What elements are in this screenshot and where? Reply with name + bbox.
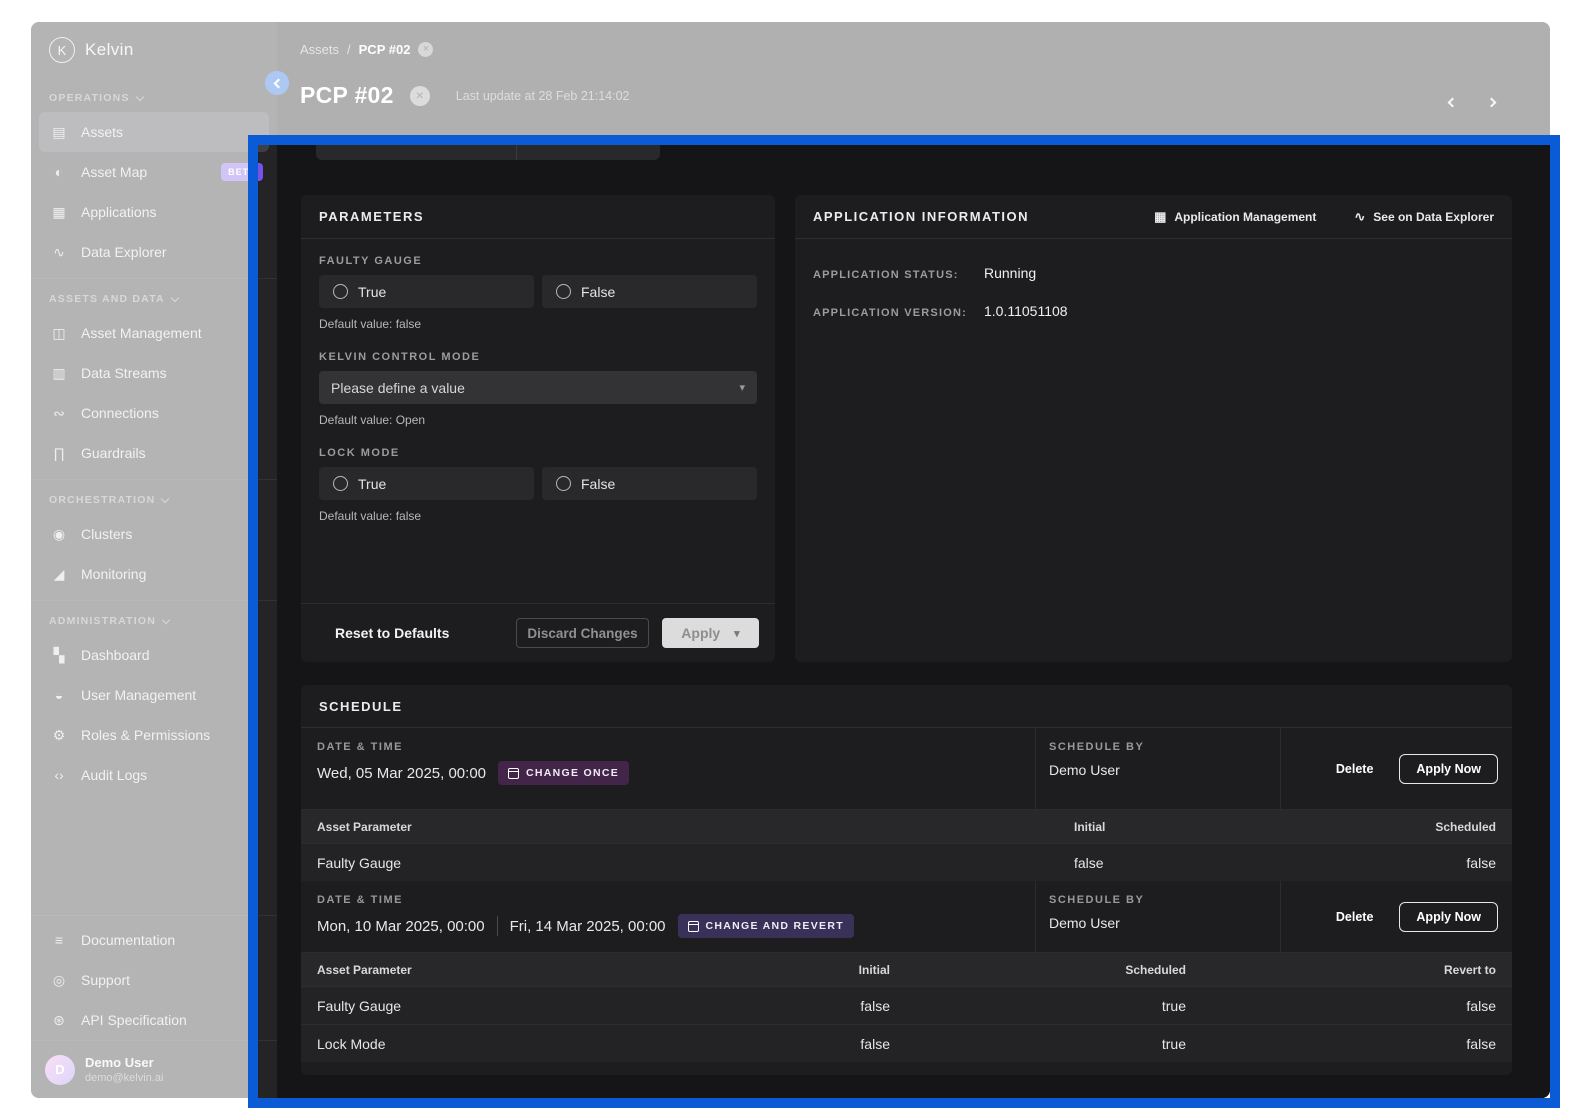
parameters-header: PARAMETERS [301,195,775,239]
schedule-entry-1-by: SCHEDULE BY Demo User [1035,728,1280,809]
lock-mode-true-option[interactable]: True [319,467,534,500]
reset-to-defaults-button[interactable]: Reset to Defaults [335,625,449,641]
faulty-gauge-default-note: Default value: false [319,317,757,331]
parameters-title: PARAMETERS [319,209,424,224]
schedule-entry-1-actions: Delete Apply Now [1280,728,1512,809]
application-version-label: APPLICATION VERSION: [813,307,984,319]
tab-segment[interactable] [316,135,517,160]
application-information-title: APPLICATION INFORMATION [813,209,1029,224]
radio-icon [333,476,348,491]
application-information-header: APPLICATION INFORMATION ▦ Application Ma… [795,195,1512,239]
table-header-row: Asset Parameter Initial Scheduled [301,810,1512,843]
kelvin-control-mode-label: KELVIN CONTROL MODE [319,351,757,363]
tab-segment[interactable] [517,135,660,160]
faulty-gauge-false-option[interactable]: False [542,275,757,308]
apply-now-button[interactable]: Apply Now [1399,754,1498,784]
schedule-title: SCHEDULE [319,699,403,714]
schedule-entry-1-table: Asset Parameter Initial Scheduled Faulty… [301,810,1512,881]
tab-bar-remnant [316,135,660,160]
dim-overlay-top [31,22,1550,135]
discard-changes-button[interactable]: Discard Changes [516,618,649,648]
date-time-label: DATE & TIME [317,894,1035,906]
schedule-by-value: Demo User [1049,762,1280,778]
schedule-entry-2-meta: DATE & TIME Mon, 10 Mar 2025, 00:00 Fri,… [301,881,1512,953]
schedule-date: Wed, 05 Mar 2025, 00:00 [317,765,486,782]
calendar-icon [688,921,699,932]
schedule-entry-2-table: Asset Parameter Initial Scheduled Revert… [301,953,1512,1062]
schedule-entry-2-date: DATE & TIME Mon, 10 Mar 2025, 00:00 Fri,… [301,881,1035,952]
apply-button[interactable]: Apply ▾ [662,618,759,648]
grid-icon: ▦ [1154,209,1166,225]
application-version-row: APPLICATION VERSION: 1.0.11051108 [813,303,1494,319]
faulty-gauge-true-option[interactable]: True [319,275,534,308]
caret-down-icon: ▾ [734,627,740,640]
schedule-end-date: Fri, 14 Mar 2025, 00:00 [510,918,666,935]
radio-icon [556,476,571,491]
table-header-row: Asset Parameter Initial Scheduled Revert… [301,953,1512,986]
schedule-entry-2-by: SCHEDULE BY Demo User [1035,881,1280,952]
lock-mode-label: LOCK MODE [319,447,757,459]
change-and-revert-badge: CHANGE AND REVERT [678,914,854,938]
parameters-body: FAULTY GAUGE True False Default value: f… [301,239,775,523]
schedule-header: SCHEDULE [301,685,1512,728]
faulty-gauge-label: FAULTY GAUGE [319,255,757,267]
date-time-label: DATE & TIME [317,741,1035,753]
schedule-entry-1-meta: DATE & TIME Wed, 05 Mar 2025, 00:00 CHAN… [301,728,1512,810]
main-content: PARAMETERS FAULTY GAUGE True False [277,135,1550,1098]
schedule-by-value: Demo User [1049,915,1280,931]
application-status-value: Running [984,265,1036,281]
select-placeholder: Please define a value [331,380,465,396]
table-row: Faulty Gauge false true false [301,986,1512,1024]
faulty-gauge-options: True False [319,275,757,308]
application-information-body: APPLICATION STATUS: Running APPLICATION … [795,239,1512,319]
radio-icon [333,284,348,299]
schedule-by-label: SCHEDULE BY [1049,894,1280,906]
parameters-footer: Reset to Defaults Discard Changes Apply … [301,603,775,662]
apply-now-button[interactable]: Apply Now [1399,902,1498,932]
table-row: Lock Mode false true false [301,1024,1512,1062]
radio-icon [556,284,571,299]
waveform-icon: ∿ [1354,209,1365,225]
schedule-start-date: Mon, 10 Mar 2025, 00:00 [317,918,485,935]
application-management-link[interactable]: ▦ Application Management [1154,209,1316,225]
schedule-panel: SCHEDULE DATE & TIME Wed, 05 Mar 2025, 0… [301,685,1512,1075]
see-on-data-explorer-link[interactable]: ∿ See on Data Explorer [1354,209,1494,225]
application-information-panel: APPLICATION INFORMATION ▦ Application Ma… [795,195,1512,662]
parameters-panel: PARAMETERS FAULTY GAUGE True False [301,195,775,662]
kelvin-control-mode-default-note: Default value: Open [319,413,757,427]
kelvin-control-mode-select[interactable]: Please define a value ▾ [319,371,757,404]
application-version-value: 1.0.11051108 [984,303,1068,319]
date-separator [497,916,498,936]
lock-mode-false-option[interactable]: False [542,467,757,500]
delete-button[interactable]: Delete [1336,762,1374,776]
application-status-row: APPLICATION STATUS: Running [813,265,1494,281]
lock-mode-default-note: Default value: false [319,509,757,523]
dim-overlay-left [31,135,248,1098]
calendar-icon [508,768,519,779]
app-window: K Kelvin OPERATIONS ▤ Assets ◐ Asset Map… [31,22,1550,1098]
delete-button[interactable]: Delete [1336,910,1374,924]
application-status-label: APPLICATION STATUS: [813,269,984,281]
schedule-entry-2-actions: Delete Apply Now [1280,881,1512,952]
lock-mode-options: True False [319,467,757,500]
schedule-entry-1-date: DATE & TIME Wed, 05 Mar 2025, 00:00 CHAN… [301,728,1035,809]
caret-down-icon: ▾ [739,381,745,394]
page: K Kelvin OPERATIONS ▤ Assets ◐ Asset Map… [0,0,1580,1120]
change-once-badge: CHANGE ONCE [498,761,629,785]
schedule-by-label: SCHEDULE BY [1049,741,1280,753]
table-row: Faulty Gauge false false [301,843,1512,881]
